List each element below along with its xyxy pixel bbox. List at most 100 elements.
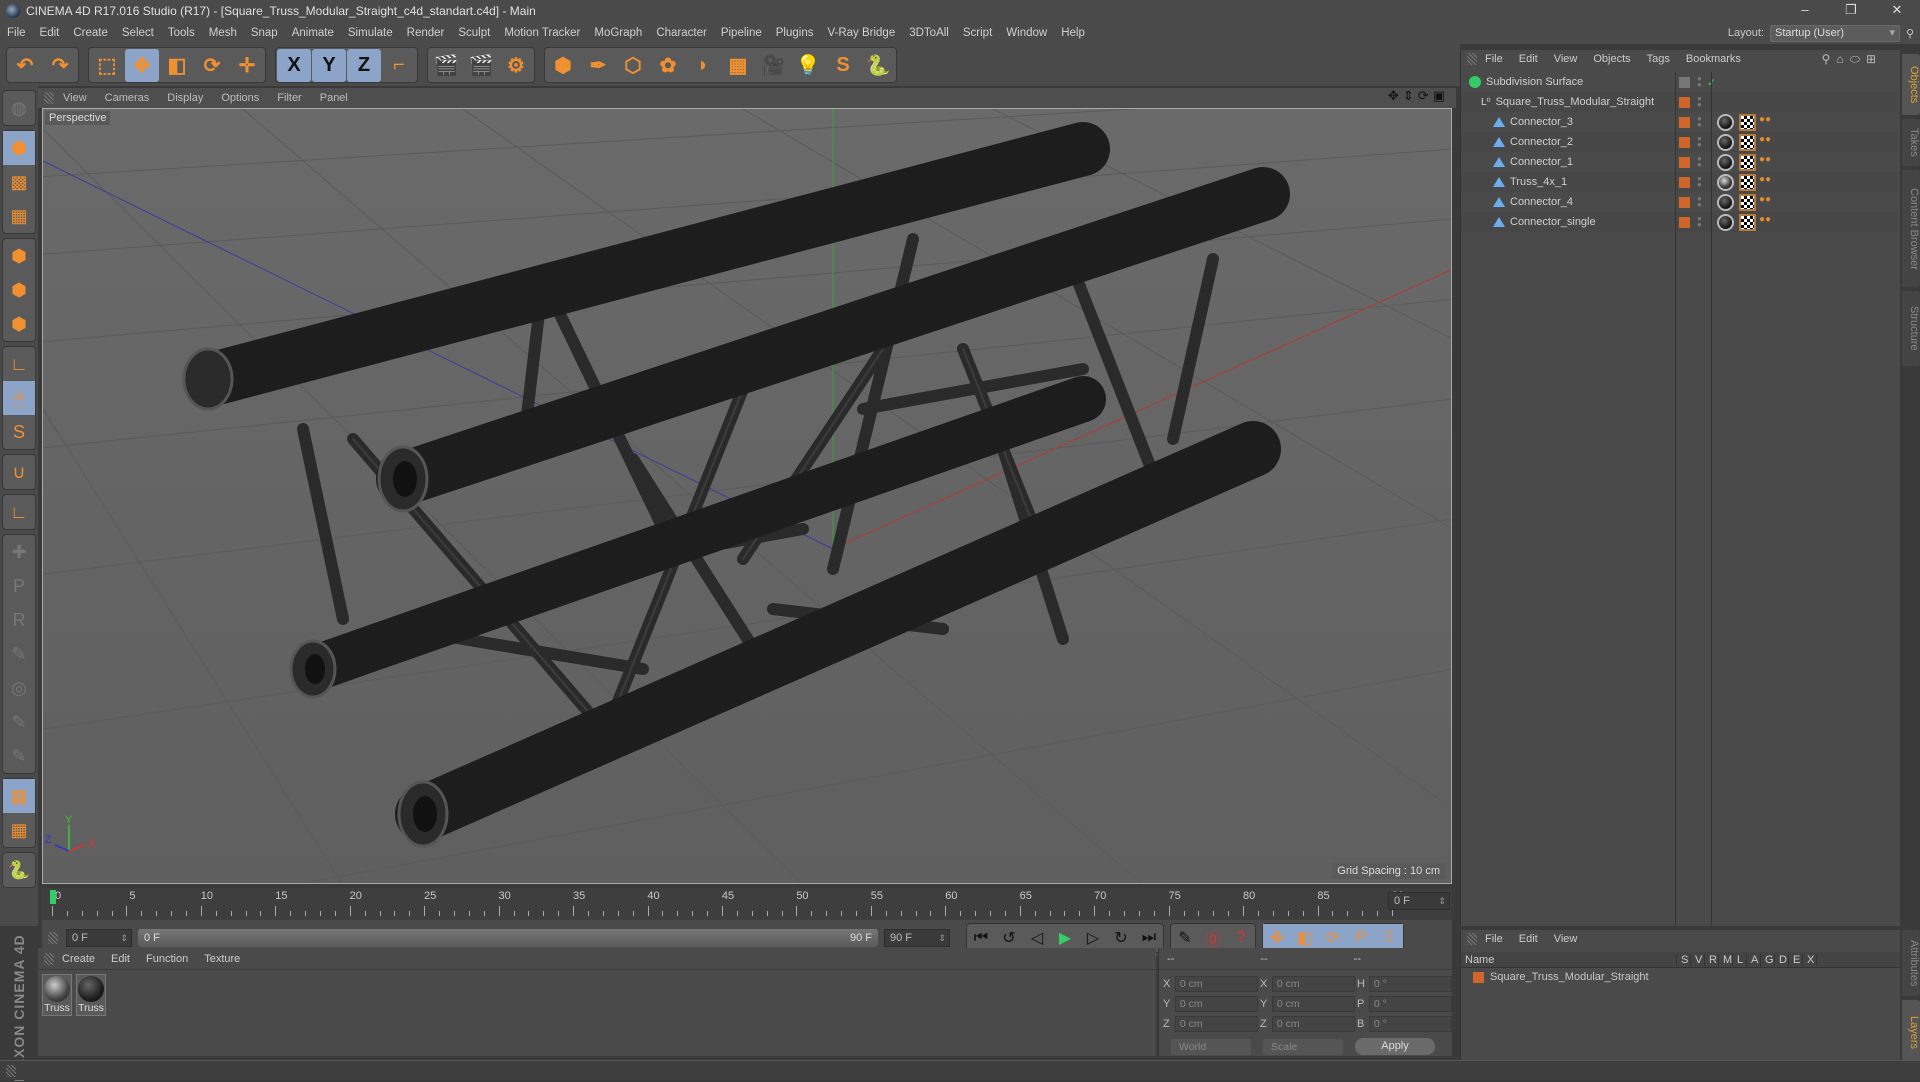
rotate-view-icon[interactable]: ⟳ [1418,88,1429,104]
object-row[interactable]: Subdivision Surface●●✓ [1461,72,1897,92]
object-row[interactable]: Connector_2 ● ● ●● [1461,132,1897,152]
layer-column-m[interactable]: M [1719,953,1733,966]
redo-button[interactable]: ↷ [43,49,77,82]
layer-color-swatch[interactable] [1473,971,1484,983]
record-pla-button[interactable]: ✎ [3,705,35,739]
layer-column-l[interactable]: L [1733,953,1747,966]
object-row[interactable]: L⁰ Square_Truss_Modular_Straight ● ● [1461,92,1897,112]
array-button[interactable]: ✿ [651,49,685,82]
link-icon[interactable]: ⬭ [1850,52,1860,67]
render-picture-viewer-button[interactable]: 🎬 [464,49,498,82]
playhead[interactable] [50,890,56,904]
object-menu-bookmarks[interactable]: Bookmarks [1678,53,1749,65]
menu-simulate[interactable]: Simulate [341,27,400,39]
grip-handle[interactable] [1467,933,1477,945]
x-axis-button[interactable]: X [277,49,311,82]
add-keyframe-button[interactable]: ✚ [3,535,35,569]
object-menu-edit[interactable]: Edit [1511,53,1546,65]
rotate-button[interactable]: ⟳ [195,49,229,82]
edges-mode-button[interactable]: ⬢ [3,273,35,307]
layer-column-x[interactable]: X [1803,953,1817,966]
menu-file[interactable]: File [0,27,33,39]
uvw-tag-icon[interactable] [1739,193,1756,211]
grip-handle[interactable] [48,932,58,944]
pos-field[interactable]: 0 cm [1174,976,1258,992]
visibility-dots[interactable]: ● ● [1697,75,1702,89]
uvw-tag-icon[interactable] [1739,173,1756,191]
vray-button[interactable]: S [826,49,860,82]
tab-layers[interactable]: Layers [1902,1000,1920,1066]
layer-column-v[interactable]: V [1691,953,1705,966]
tab-content-browser[interactable]: Content Browser [1902,170,1920,287]
layer-color-swatch[interactable] [1679,176,1690,188]
object-menu-tags[interactable]: Tags [1639,53,1678,65]
viewport-camera-label[interactable]: Perspective [45,111,111,125]
home-icon[interactable]: ⌂ [1836,52,1843,67]
grip-handle[interactable] [44,92,54,104]
snap-button[interactable]: ∪ [3,455,35,489]
render-settings-button[interactable]: ⚙ [499,49,533,82]
menu-v-ray-bridge[interactable]: V-Ray Bridge [820,27,902,39]
move-button[interactable]: ✥ [125,49,159,82]
rot-field[interactable]: 0 ° [1368,1016,1452,1032]
workplane-button[interactable]: ▦ [3,199,35,233]
material-tag-icon[interactable] [1717,173,1734,191]
layer-column-d[interactable]: D [1775,953,1789,966]
vertex-tag-icon[interactable]: ●● [1759,214,1776,231]
visibility-dots[interactable]: ● ● [1697,215,1702,229]
rot-field[interactable]: 0 ° [1368,976,1452,992]
uvw-tag-icon[interactable] [1739,133,1756,151]
grip-handle[interactable] [44,952,54,965]
menu-render[interactable]: Render [400,27,452,39]
menu-mesh[interactable]: Mesh [202,27,244,39]
y-axis-button[interactable]: Y [312,49,346,82]
object-row[interactable]: Connector_4 ● ● ●● [1461,192,1897,212]
material-tag-icon[interactable] [1717,193,1734,211]
point-level-anim-button[interactable]: ✎ [3,739,35,773]
layer-column-a[interactable]: A [1747,953,1761,966]
z-axis-button[interactable]: Z [347,49,381,82]
viewport[interactable]: Y X Z Perspective Grid Spacing : 10 cm [42,108,1452,884]
layer-color-swatch[interactable] [1679,96,1690,108]
move-view-icon[interactable]: ✥ [1388,88,1399,104]
layer-color-swatch[interactable] [1679,196,1690,208]
vertex-tag-icon[interactable]: ●● [1759,114,1776,131]
layer-menu-file[interactable]: File [1477,933,1511,945]
viewport-menu-display[interactable]: Display [158,92,212,104]
python-button[interactable]: 🐍 [3,853,35,887]
close-button[interactable]: ✕ [1874,0,1920,22]
menu-edit[interactable]: Edit [33,27,67,39]
object-menu-objects[interactable]: Objects [1585,53,1638,65]
uvw-tag-icon[interactable] [1739,153,1756,171]
layer-column-s[interactable]: S [1677,953,1691,966]
visibility-dots[interactable]: ● ● [1697,95,1702,109]
coordinate-system-button[interactable]: ⌐ [382,49,416,82]
grip-handle[interactable] [1467,53,1477,65]
layer-color-swatch[interactable] [1679,116,1690,128]
render-view-button[interactable]: 🎬 [429,49,463,82]
search-icon[interactable]: ⚲ [1906,27,1920,40]
object-menu-file[interactable]: File [1477,53,1511,65]
record-position-button[interactable]: P [3,569,35,603]
material-menu-texture[interactable]: Texture [196,953,248,965]
timeline-ruler[interactable]: 051015202530354045505560657075808590 [50,888,1404,918]
current-frame-field[interactable]: 0 F [1388,892,1450,910]
layer-column-g[interactable]: G [1761,953,1775,966]
uvw-tag-icon[interactable] [1739,213,1756,231]
object-row[interactable]: Connector_1 ● ● ●● [1461,152,1897,172]
live-selection-button[interactable]: ⬚ [90,49,124,82]
menu-help[interactable]: Help [1054,27,1092,39]
object-row[interactable]: Connector_3 ● ● ●● [1461,112,1897,132]
layer-color-swatch[interactable] [1679,136,1690,148]
menu-script[interactable]: Script [956,27,999,39]
viewport-menu-filter[interactable]: Filter [268,92,310,104]
material-tag-icon[interactable] [1717,213,1734,231]
pen-button[interactable]: ✒ [581,49,615,82]
tab-structure[interactable]: Structure [1902,291,1920,366]
material-tag-icon[interactable] [1717,153,1734,171]
material-menu-edit[interactable]: Edit [103,953,138,965]
minimize-button[interactable]: – [1782,0,1828,22]
object-row[interactable]: Truss_4x_1 ● ● ●● [1461,172,1897,192]
record-psr-button[interactable]: ✎ [3,637,35,671]
layer-column-name[interactable]: Name [1461,953,1677,966]
